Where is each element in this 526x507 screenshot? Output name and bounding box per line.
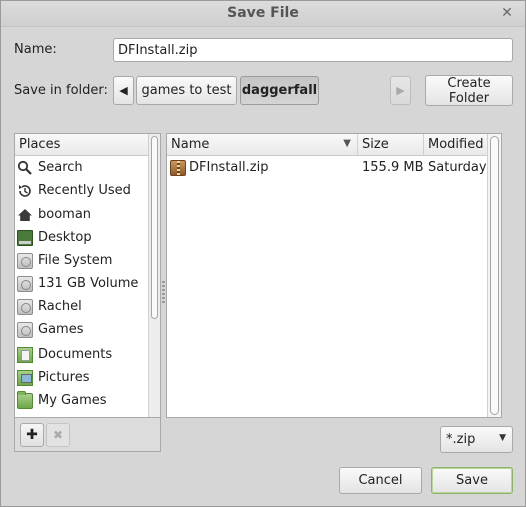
places-item-label: Documents: [38, 347, 113, 362]
file-name-cell: DFInstall.zip: [189, 160, 269, 175]
drive-icon: [17, 321, 33, 338]
column-header-name-label: Name: [171, 137, 210, 152]
file-size-cell: 155.9 MB: [362, 160, 424, 175]
places-item-label: Recently Used: [38, 183, 131, 198]
column-header-name[interactable]: Name ▼: [167, 134, 358, 156]
dropdown-arrow-icon: ▼: [499, 433, 506, 443]
places-item-label: Search: [38, 160, 83, 175]
places-item-pictures[interactable]: Pictures: [15, 366, 147, 389]
plus-icon: ✚: [26, 427, 38, 443]
places-item-label: Pictures: [38, 370, 90, 385]
save-button[interactable]: Save: [431, 467, 513, 494]
places-item-label: Games: [38, 322, 84, 337]
dialog-title: Save File: [227, 5, 299, 21]
create-folder-button[interactable]: Create Folder: [425, 75, 513, 106]
pictures-folder-icon: [17, 369, 33, 386]
pane-resize-handle[interactable]: [162, 281, 165, 305]
column-header-modified[interactable]: Modified: [424, 134, 487, 156]
drive-icon: [17, 275, 33, 292]
places-item-131-gb-volume[interactable]: 131 GB Volume: [15, 272, 147, 295]
places-item-label: My Games: [38, 393, 107, 408]
sort-descending-icon: ▼: [343, 138, 351, 149]
name-label: Name:: [14, 42, 57, 57]
remove-icon: ✖: [52, 428, 64, 442]
places-item-documents[interactable]: Documents: [15, 343, 147, 366]
close-icon[interactable]: ✕: [499, 5, 515, 21]
file-name-input[interactable]: [113, 38, 513, 62]
drive-icon: [17, 252, 33, 269]
places-item-file-system[interactable]: File System: [15, 249, 147, 272]
places-item-desktop[interactable]: Desktop: [15, 226, 147, 249]
folder-icon: [17, 390, 33, 409]
places-item-rachel[interactable]: Rachel: [15, 295, 147, 318]
file-type-filter-value: *.zip: [446, 432, 476, 447]
places-item-games[interactable]: Games: [15, 318, 147, 341]
table-row[interactable]: DFInstall.zip 155.9 MB Saturday: [167, 157, 487, 179]
places-header: Places: [15, 134, 148, 156]
path-crumb-games-to-test[interactable]: games to test: [136, 76, 237, 105]
path-crumb-daggerfall[interactable]: daggerfall: [240, 76, 319, 105]
drive-icon: [17, 298, 33, 315]
file-type-filter-select[interactable]: *.zip ▼: [440, 426, 513, 453]
add-bookmark-button[interactable]: ✚: [20, 423, 44, 447]
places-item-label: File System: [38, 253, 113, 268]
places-item-search[interactable]: Search: [15, 156, 147, 179]
places-item-booman[interactable]: booman: [15, 203, 147, 226]
path-back-button[interactable]: ◀: [113, 76, 134, 105]
cancel-button[interactable]: Cancel: [339, 467, 422, 494]
documents-folder-icon: [17, 346, 33, 363]
file-list-scrollbar-thumb[interactable]: [490, 136, 499, 415]
places-item-label: 131 GB Volume: [38, 276, 139, 291]
places-item-label: Desktop: [38, 230, 92, 245]
desktop-icon: [17, 229, 33, 246]
recent-icon: [17, 183, 33, 199]
file-modified-cell: Saturday: [428, 160, 487, 175]
save-file-dialog: Save File ✕ Name: Save in folder: ◀ game…: [0, 0, 526, 507]
places-item-label: Rachel: [38, 299, 82, 314]
places-item-recently-used[interactable]: Recently Used: [15, 179, 147, 202]
zip-archive-icon: [170, 160, 186, 176]
title-bar[interactable]: Save File ✕: [1, 1, 525, 27]
save-in-folder-label: Save in folder:: [14, 83, 108, 98]
places-item-label: booman: [38, 207, 92, 222]
column-header-size[interactable]: Size: [358, 134, 424, 156]
places-scrollbar[interactable]: [148, 134, 160, 417]
file-list-scrollbar[interactable]: [487, 134, 501, 417]
arrow-left-icon: ◀: [119, 84, 128, 97]
search-icon: [17, 160, 33, 176]
arrow-right-icon: ▶: [396, 84, 405, 97]
places-toolbar: ✚ ✖: [14, 418, 161, 452]
home-icon: [17, 207, 33, 223]
places-item-my-games[interactable]: My Games: [15, 389, 147, 412]
places-scrollbar-thumb[interactable]: [151, 136, 158, 319]
remove-bookmark-button[interactable]: ✖: [46, 423, 70, 447]
file-list: Name ▼ Size Modified DFInstall.zip 155.9…: [166, 133, 502, 418]
places-sidebar: Places Search Recently Used booman Deskt…: [14, 133, 161, 418]
path-forward-button[interactable]: ▶: [390, 76, 411, 105]
